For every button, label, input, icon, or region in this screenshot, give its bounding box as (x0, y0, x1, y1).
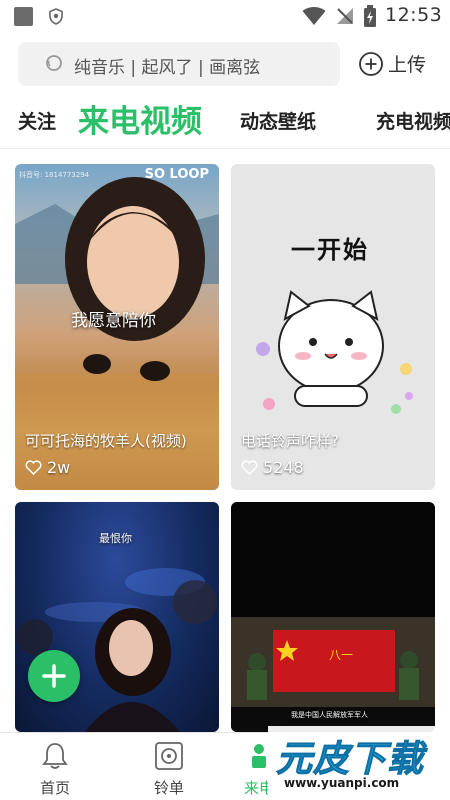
watermark-logo-text: 元皮下载 (275, 739, 425, 781)
tabs-divider (0, 148, 450, 149)
search-input[interactable]: 纯音乐 | 起风了 | 画离弦 (18, 42, 340, 86)
category-tabs: 关注 来电视频 动态壁纸 充电视频 (0, 92, 450, 148)
wifi-icon (302, 7, 326, 25)
nav-playlist-label: 铃单 (153, 779, 184, 797)
nav-home[interactable]: 首页 (10, 733, 100, 800)
upload-label: 上传 (388, 54, 427, 76)
flag-text: 八一 (329, 648, 354, 662)
video-card[interactable]: 抖音号: 1814773294 SO LOOP 我愿意陪你 可可托海的牧羊人(视… (15, 164, 219, 490)
tab-ringtone-video[interactable]: 来电视频 (78, 96, 202, 141)
shield-icon (49, 8, 63, 25)
signal-icon (337, 8, 353, 24)
status-time: 12:53 (385, 4, 443, 26)
video-card[interactable]: 一开始 电话铃声咋样? 5248 (231, 164, 435, 490)
nav-playlist[interactable]: 铃单 (124, 733, 214, 800)
music-box-icon (155, 742, 183, 770)
bell-icon (42, 743, 68, 769)
likes-count: 2w (47, 458, 71, 477)
tab-charging-video[interactable]: 充电视频 (376, 107, 450, 134)
card-title: 电话铃声咋样? (241, 432, 339, 450)
video-caption: 我愿意陪你 (71, 311, 156, 331)
status-bar: 12:53 (0, 0, 450, 32)
heart-icon (241, 460, 258, 475)
app-notification-icon (14, 7, 33, 26)
search-icon (46, 55, 62, 71)
tab-live-wallpaper[interactable]: 动态壁纸 (240, 107, 316, 134)
likes-count: 5248 (263, 458, 304, 477)
search-placeholder: 纯音乐 | 起风了 | 画离弦 (74, 58, 261, 78)
tab-follow[interactable]: 关注 (18, 107, 56, 134)
plus-icon (42, 664, 66, 688)
card-title: 可可托海的牧羊人(视频) (25, 432, 187, 450)
video-caption: 最恨你 (99, 532, 132, 545)
card-likes: 5248 (241, 458, 304, 477)
add-fab-button[interactable] (28, 650, 80, 702)
card-thumbnail (231, 617, 435, 732)
card-likes: 2w (25, 458, 70, 477)
brand-logo: SO LOOP (144, 167, 209, 182)
card-watermark: 抖音号: 1814773294 (19, 171, 90, 179)
heart-icon (25, 460, 42, 475)
video-caption: 我是中国人民解放军军人 (291, 711, 368, 719)
nav-home-label: 首页 (39, 779, 70, 797)
plus-circle-icon (359, 52, 383, 76)
video-card[interactable]: 八一 我是中国人民解放军军人 (231, 502, 435, 732)
watermark-url: www.yuanpi.com (284, 776, 400, 790)
battery-charging-icon (364, 5, 376, 27)
upload-button[interactable]: 上传 (356, 46, 440, 82)
site-watermark: 元皮下载 www.yuanpi.com (268, 726, 450, 800)
